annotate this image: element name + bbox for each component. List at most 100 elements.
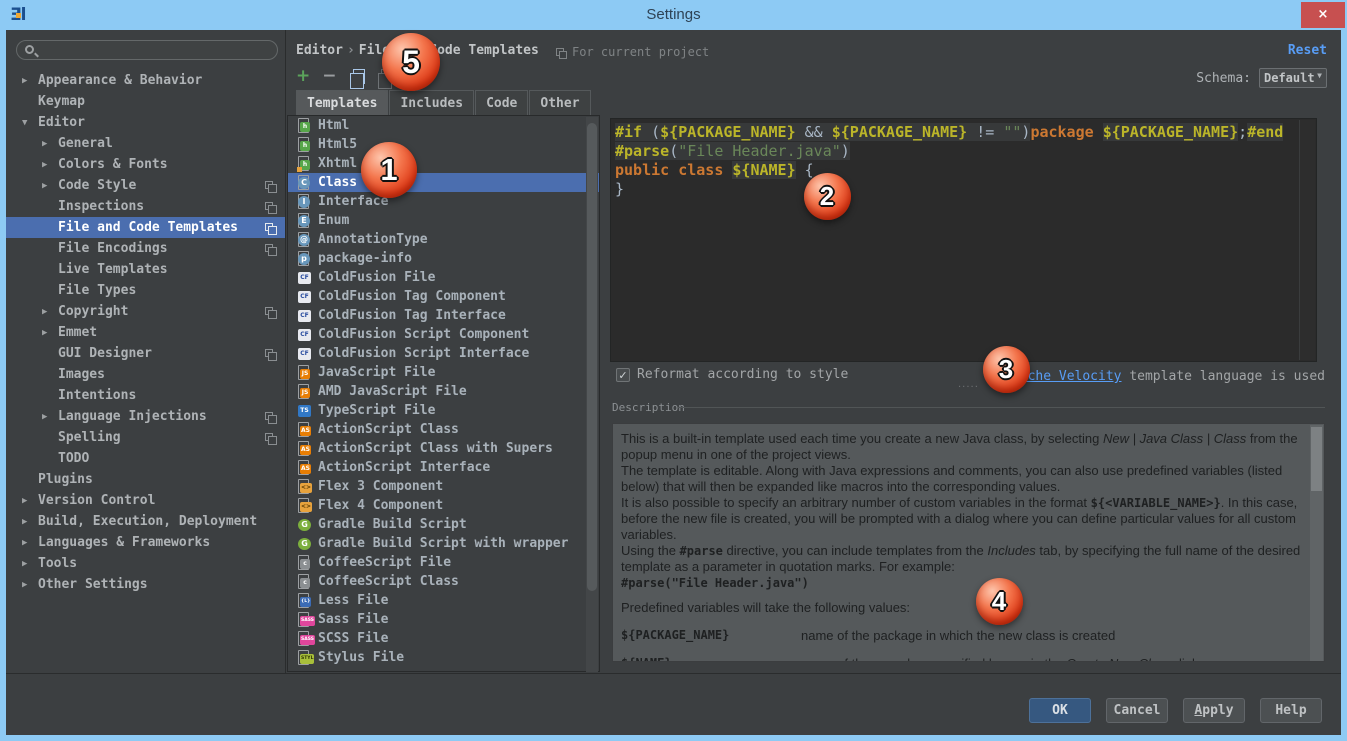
sidebar-item-build-execution-deployment[interactable]: ▶Build, Execution, Deployment [6,511,285,532]
chevron-collapsed-icon[interactable]: ▶ [22,559,38,569]
template-item-flex-4-component[interactable]: <>Flex 4 Component [288,496,599,515]
sidebar-item-keymap[interactable]: Keymap [6,91,285,112]
template-item-less-file[interactable]: {L}Less File [288,591,599,610]
chevron-collapsed-icon[interactable]: ▶ [42,328,58,338]
template-item-html5[interactable]: hHtml5 [288,135,599,154]
sidebar-item-gui-designer[interactable]: GUI Designer [6,343,285,364]
cf-file-icon: CF [297,270,312,286]
chevron-collapsed-icon[interactable]: ▶ [22,76,38,86]
editor-scrollbar[interactable] [1299,120,1315,360]
sidebar-item-other-settings[interactable]: ▶Other Settings [6,574,285,595]
template-item-annotationtype[interactable]: @AnnotationType [288,230,599,249]
template-item-xhtml[interactable]: hXhtml [288,154,599,173]
sidebar-item-file-encodings[interactable]: File Encodings [6,238,285,259]
add-icon[interactable]: + [296,66,310,86]
breadcrumb-editor[interactable]: Editor [296,43,343,58]
chevron-collapsed-icon[interactable]: ▶ [42,160,58,170]
template-item-scss-file[interactable]: SASSSCSS File [288,629,599,648]
chevron-collapsed-icon[interactable]: ▶ [22,496,38,506]
remove-icon[interactable]: − [322,66,336,86]
template-item-coldfusion-script-interface[interactable]: CFColdFusion Script Interface [288,344,599,363]
sidebar-item-plugins[interactable]: Plugins [6,469,285,490]
tab-includes[interactable]: Includes [389,90,474,115]
xhtml-file-icon: h [297,156,312,172]
template-item-coldfusion-tag-interface[interactable]: CFColdFusion Tag Interface [288,306,599,325]
sidebar-item-general[interactable]: ▶General [6,133,285,154]
sidebar-item-inspections[interactable]: Inspections [6,196,285,217]
sidebar-item-live-templates[interactable]: Live Templates [6,259,285,280]
copy-icon[interactable] [353,69,365,84]
sidebar-item-spelling[interactable]: Spelling [6,427,285,448]
template-item-gradle-build-script[interactable]: GGradle Build Script [288,515,599,534]
description-scrollbar-thumb[interactable] [1311,427,1322,491]
template-item-enum[interactable]: EEnum [288,211,599,230]
project-badge-icon [265,433,273,441]
template-item-actionscript-class-with-supers[interactable]: ASActionScript Class with Supers [288,439,599,458]
template-item-coldfusion-file[interactable]: CFColdFusion File [288,268,599,287]
splitter-handle[interactable]: ····· [958,382,979,393]
template-item-amd-javascript-file[interactable]: JSAMD JavaScript File [288,382,599,401]
sidebar-item-version-control[interactable]: ▶Version Control [6,490,285,511]
sidebar-item-emmet[interactable]: ▶Emmet [6,322,285,343]
description-paragraph: Predefined variables will take the follo… [621,600,1309,616]
schema-dropdown[interactable]: Default ▼ [1259,68,1327,88]
template-item-label: ColdFusion Tag Component [318,289,506,304]
template-item-javascript-file[interactable]: JSJavaScript File [288,363,599,382]
template-item-gradle-build-script-with-wrapper[interactable]: GGradle Build Script with wrapper [288,534,599,553]
description-scrollbar [1310,425,1323,662]
template-item-package-info[interactable]: ppackage-info [288,249,599,268]
template-item-coffeescript-file[interactable]: cCoffeeScript File [288,553,599,572]
template-item-coldfusion-script-component[interactable]: CFColdFusion Script Component [288,325,599,344]
template-item-html[interactable]: hHtml [288,116,599,135]
reset-link[interactable]: Reset [1288,43,1327,58]
sidebar-item-code-style[interactable]: ▶Code Style [6,175,285,196]
template-item-class[interactable]: CClass [288,173,599,192]
tab-other[interactable]: Other [529,90,590,115]
coffee-file-icon: c [297,555,312,571]
sidebar-item-colors-fonts[interactable]: ▶Colors & Fonts [6,154,285,175]
close-icon[interactable]: × [1301,2,1345,28]
sidebar-item-images[interactable]: Images [6,364,285,385]
sidebar-item-languages-frameworks[interactable]: ▶Languages & Frameworks [6,532,285,553]
sidebar-item-file-and-code-templates[interactable]: File and Code Templates [6,217,285,238]
tab-templates[interactable]: Templates [296,90,388,115]
template-item-label: Html [318,118,349,133]
help-button[interactable]: Help [1260,698,1322,723]
chevron-collapsed-icon[interactable]: ▶ [42,307,58,317]
cancel-button[interactable]: Cancel [1106,698,1168,723]
template-item-label: Html5 [318,137,357,152]
sidebar-item-file-types[interactable]: File Types [6,280,285,301]
janno-file-icon: @ [297,232,312,248]
sidebar-item-intentions[interactable]: Intentions [6,385,285,406]
chevron-collapsed-icon[interactable]: ▶ [22,538,38,548]
sidebar-item-appearance-behavior[interactable]: ▶Appearance & Behavior [6,70,285,91]
sidebar-item-editor[interactable]: ▼Editor [6,112,285,133]
template-item-stylus-file[interactable]: STYLStylus File [288,648,599,667]
sidebar-item-copyright[interactable]: ▶Copyright [6,301,285,322]
tab-code[interactable]: Code [475,90,528,115]
template-item-coffeescript-class[interactable]: cCoffeeScript Class [288,572,599,591]
sidebar-item-language-injections[interactable]: ▶Language Injections [6,406,285,427]
search-input[interactable] [16,40,278,60]
chevron-expanded-icon[interactable]: ▼ [22,118,38,128]
template-item-actionscript-interface[interactable]: ASActionScript Interface [288,458,599,477]
list-scrollbar-thumb[interactable] [587,123,597,591]
apply-button[interactable]: Apply [1183,698,1245,723]
ok-button[interactable]: OK [1029,698,1091,723]
chevron-collapsed-icon[interactable]: ▶ [42,412,58,422]
reformat-checkbox[interactable]: ✓ [616,368,630,382]
template-item-interface[interactable]: IInterface [288,192,599,211]
chevron-collapsed-icon[interactable]: ▶ [22,580,38,590]
chevron-collapsed-icon[interactable]: ▶ [42,181,58,191]
chevron-collapsed-icon[interactable]: ▶ [42,139,58,149]
template-item-flex-3-component[interactable]: <>Flex 3 Component [288,477,599,496]
template-item-typescript-file[interactable]: TSTypeScript File [288,401,599,420]
template-item-coldfusion-tag-component[interactable]: CFColdFusion Tag Component [288,287,599,306]
chevron-down-icon: ▼ [1317,71,1322,85]
sidebar-item-todo[interactable]: TODO [6,448,285,469]
template-editor[interactable]: #if (${PACKAGE_NAME} && ${PACKAGE_NAME} … [610,118,1317,362]
chevron-collapsed-icon[interactable]: ▶ [22,517,38,527]
template-item-actionscript-class[interactable]: ASActionScript Class [288,420,599,439]
sidebar-item-tools[interactable]: ▶Tools [6,553,285,574]
template-item-sass-file[interactable]: SASSSass File [288,610,599,629]
